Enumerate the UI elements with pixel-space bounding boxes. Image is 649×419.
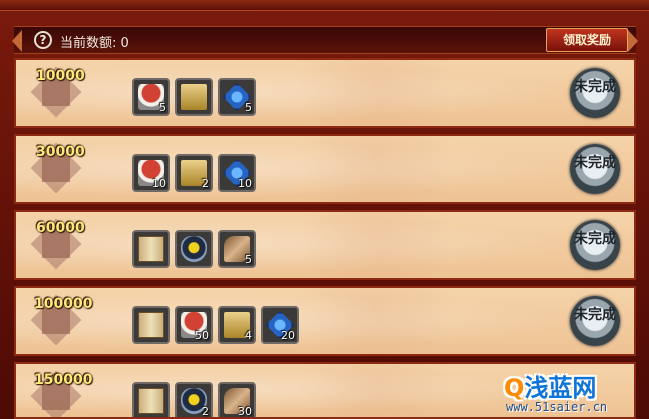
item-count: 30: [238, 405, 252, 418]
item-count: 2: [202, 177, 209, 190]
treasure-chest-icon[interactable]: [175, 78, 213, 116]
incomplete-stamp-icon: 未完成: [570, 296, 620, 346]
help-icon[interactable]: ?: [34, 31, 52, 49]
status-label: 未完成: [574, 155, 616, 171]
shield-alert-icon[interactable]: 2: [175, 382, 213, 418]
item-count: 10: [152, 177, 166, 190]
left-arrow-icon: [12, 30, 22, 52]
treasure-chest-icon[interactable]: 4: [218, 306, 256, 344]
status-label: 未完成: [574, 79, 616, 95]
item-count: 5: [245, 101, 252, 114]
watermark-logo-lead: Q: [504, 374, 525, 402]
item-count: 5: [159, 101, 166, 114]
blue-crystal-icon[interactable]: 10: [218, 154, 256, 192]
gift-pack-icon[interactable]: 5: [132, 78, 170, 116]
scroll-icon[interactable]: [132, 382, 170, 417]
watermark-logo-text: 浅蓝网: [524, 374, 597, 402]
incomplete-stamp-icon: 未完成: [570, 144, 620, 194]
item-count: 2: [202, 405, 209, 418]
top-strip: [0, 0, 649, 11]
item-count: 5: [245, 253, 252, 266]
item-count: 20: [281, 329, 295, 342]
reward-row: 100000 50 4 20 未完成: [14, 286, 636, 356]
scroll-icon[interactable]: [132, 306, 170, 344]
status-label: 未完成: [574, 231, 616, 247]
gift-pack-icon[interactable]: 10: [132, 154, 170, 192]
tier-amount: 100000: [34, 296, 93, 312]
tier-amount: 10000: [36, 68, 85, 84]
blue-crystal-icon[interactable]: 20: [261, 306, 299, 344]
watermark-url: www.51saier.cn: [506, 400, 608, 414]
item-count: 10: [238, 177, 252, 190]
feather-icon[interactable]: 30: [218, 382, 256, 418]
tier-amount: 30000: [36, 144, 85, 160]
reward-row: 60000 5 未完成: [14, 210, 636, 280]
shield-alert-icon[interactable]: [175, 230, 213, 268]
feather-icon[interactable]: 5: [218, 230, 256, 268]
status-label: 未完成: [574, 307, 616, 323]
item-count: 50: [195, 329, 209, 342]
incomplete-stamp-icon: 未完成: [570, 220, 620, 270]
blue-crystal-icon[interactable]: 5: [218, 78, 256, 116]
scroll-icon[interactable]: [132, 230, 170, 268]
incomplete-stamp-icon: 未完成: [570, 68, 620, 118]
tier-amount: 60000: [36, 220, 85, 236]
header-bar: ? 当前数额: 0 领取奖励: [12, 26, 638, 54]
reward-row: 10000 5 5 未完成: [14, 58, 636, 128]
watermark-logo: Q浅蓝网: [504, 368, 644, 402]
current-amount-label: 当前数额: 0: [60, 36, 129, 51]
treasure-chest-icon[interactable]: 2: [175, 154, 213, 192]
tier-amount: 150000: [34, 372, 93, 388]
right-arrow-icon: [628, 30, 638, 52]
claim-reward-button[interactable]: 领取奖励: [546, 28, 628, 52]
reward-row: 30000 10 2 10 未完成: [14, 134, 636, 204]
item-count: 4: [245, 329, 252, 342]
gift-pack-icon[interactable]: 50: [175, 306, 213, 344]
